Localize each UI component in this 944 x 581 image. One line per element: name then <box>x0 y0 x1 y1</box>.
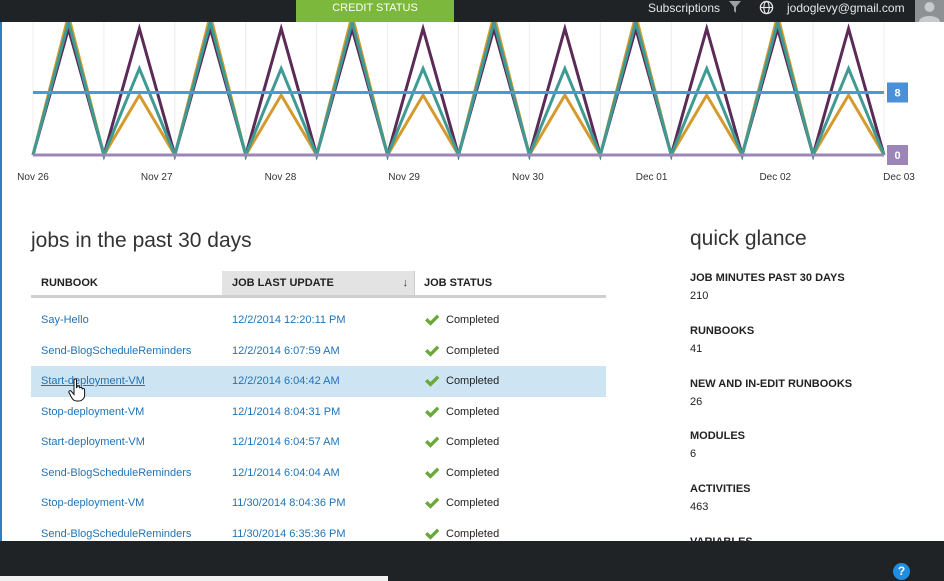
job-last-update: 12/1/2014 6:04:57 AM <box>232 436 340 448</box>
quick-glance-title: quick glance <box>690 227 807 250</box>
quick-glance-item: NEW AND IN-EDIT RUNBOOKS 26 <box>690 378 852 408</box>
chart-gridlines <box>32 22 885 158</box>
quick-glance-item: JOB MINUTES PAST 30 DAYS 210 <box>690 272 845 302</box>
sort-down-arrow-icon: ↓ <box>402 277 409 289</box>
quick-glance-label: JOB MINUTES PAST 30 DAYS <box>690 272 845 284</box>
chart-x-axis: Nov 26 Nov 27 Nov 28 Nov 29 Nov 30 Dec 01 Dec … <box>17 172 915 183</box>
job-last-update: 12/2/2014 6:07:59 AM <box>232 344 340 357</box>
quick-glance-value: 6 <box>690 448 697 461</box>
table-row[interactable]: Stop-deployment-VM 12/1/2014 8:04:31 PM Co… <box>31 397 606 428</box>
job-status: Completed <box>414 427 606 457</box>
job-status-label: Completed <box>446 527 500 540</box>
x-axis-tick-label: Nov 28 <box>265 172 297 183</box>
bottom-bar <box>0 541 944 581</box>
jobs-table-header: RUNBOOK JOB LAST UPDATE ↓ JOB STATUS <box>31 271 606 298</box>
quick-glance-value: 210 <box>690 290 709 302</box>
user-email[interactable]: jodoglevy@gmail.com <box>787 0 905 16</box>
x-axis-tick-label: Nov 27 <box>141 172 173 183</box>
runbook-link[interactable]: Send-BlogScheduleReminders <box>31 458 222 488</box>
column-header-label: JOB LAST UPDATE <box>232 277 334 289</box>
quick-glance-label: ACTIVITIES <box>690 483 751 496</box>
job-last-update: 12/1/2014 6:04:04 AM <box>232 466 340 479</box>
credit-status-button[interactable]: CREDIT STATUS <box>296 0 454 22</box>
chart-end-label: 0 <box>887 145 908 165</box>
quick-glance-item: MODULES 6 <box>690 430 745 460</box>
checkmark-icon <box>425 467 440 479</box>
jobs-section-title: jobs in the past 30 days <box>31 229 252 252</box>
job-last-update: 11/30/2014 8:04:36 PM <box>232 497 346 509</box>
x-axis-tick-label: Nov 26 <box>17 172 49 183</box>
checkmark-icon <box>425 528 440 540</box>
x-axis-tick-label: Dec 02 <box>759 172 791 183</box>
runbook-link[interactable]: Start-deployment-VM <box>31 427 222 457</box>
filter-icon[interactable] <box>728 0 742 14</box>
checkmark-icon <box>425 345 440 357</box>
top-bar: CREDIT STATUS Subscriptions jodoglevy@gm… <box>0 0 944 22</box>
runbook-link[interactable]: Say-Hello <box>31 305 222 335</box>
checkmark-icon <box>425 406 440 418</box>
runbook-link[interactable]: Send-BlogScheduleReminders <box>31 336 222 366</box>
quick-glance-value: 463 <box>690 501 709 514</box>
runbook-link[interactable]: Stop-deployment-VM <box>31 488 222 518</box>
job-activity-chart: 80 Nov 26 Nov 27 Nov 28 Nov 29 Nov 30 Dec 01 D… <box>17 22 915 183</box>
chart-end-labels: 80 <box>887 82 908 165</box>
x-axis-tick-label: Nov 29 <box>388 172 420 183</box>
column-header-job-last-update[interactable]: JOB LAST UPDATE ↓ <box>222 271 414 295</box>
job-status: Completed <box>414 336 606 366</box>
job-status-label: Completed <box>446 436 500 448</box>
quick-glance-label: MODULES <box>690 430 745 443</box>
table-row[interactable]: Send-BlogScheduleReminders 12/1/2014 6:04… <box>31 458 606 489</box>
job-last-update: 12/2/2014 6:04:42 AM <box>232 375 340 387</box>
chart-end-label-text: 8 <box>894 87 900 99</box>
subscriptions-link[interactable]: Subscriptions <box>648 0 720 16</box>
job-status-label: Completed <box>446 497 500 509</box>
job-status-label: Completed <box>446 375 500 387</box>
chart-end-label: 8 <box>887 82 908 103</box>
table-row[interactable]: Say-Hello 12/2/2014 12:20:11 PM Completed <box>31 305 606 336</box>
job-status-label: Completed <box>446 466 500 479</box>
globe-icon[interactable] <box>759 0 774 15</box>
table-row[interactable]: Send-BlogScheduleReminders 12/2/2014 6:07… <box>31 336 606 367</box>
x-axis-tick-label: Nov 30 <box>512 172 544 183</box>
job-last-update: 12/2/2014 12:20:11 PM <box>232 314 346 326</box>
job-status: Completed <box>414 397 606 427</box>
job-status-label: Completed <box>446 344 500 357</box>
quick-glance-value: 26 <box>690 395 703 408</box>
table-row[interactable]: Start-deployment-VM 12/1/2014 6:04:57 AM C… <box>31 427 606 458</box>
job-status-label: Completed <box>446 314 500 326</box>
table-row[interactable]: Stop-deployment-VM 11/30/2014 8:04:36 PM C… <box>31 488 606 519</box>
jobs-table-body: Say-Hello 12/2/2014 12:20:11 PM Completed S… <box>31 305 606 549</box>
quick-glance-item: RUNBOOKS 41 <box>690 325 754 355</box>
x-axis-tick-label: Dec 01 <box>636 172 668 183</box>
job-status-label: Completed <box>446 405 500 418</box>
job-status: Completed <box>414 458 606 488</box>
hand-cursor-icon <box>68 378 86 402</box>
quick-glance-value: 41 <box>690 342 703 355</box>
job-status: Completed <box>414 488 606 518</box>
checkmark-icon <box>425 375 440 387</box>
user-avatar-icon[interactable] <box>915 0 944 22</box>
column-header-runbook[interactable]: RUNBOOK <box>31 271 222 295</box>
job-status: Completed <box>414 366 606 396</box>
quick-glance-item: ACTIVITIES 463 <box>690 483 751 513</box>
table-row[interactable]: Start-deployment-VM 12/2/2014 6:04:42 AM C… <box>31 366 606 397</box>
bottom-tab-strip <box>0 576 388 581</box>
jobs-table: RUNBOOK JOB LAST UPDATE ↓ JOB STATUS Say… <box>31 271 606 549</box>
runbook-link[interactable]: Stop-deployment-VM <box>31 397 222 427</box>
quick-glance-label: RUNBOOKS <box>690 324 755 337</box>
checkmark-icon <box>425 497 440 509</box>
job-last-update: 12/1/2014 8:04:31 PM <box>232 405 341 418</box>
chart-end-label-text: 0 <box>894 150 900 162</box>
job-status: Completed <box>414 305 606 335</box>
help-icon[interactable]: ? <box>893 563 910 580</box>
x-axis-tick-label: Dec 03 <box>883 172 915 183</box>
checkmark-icon <box>425 314 440 326</box>
column-header-job-status[interactable]: JOB STATUS <box>414 271 606 295</box>
checkmark-icon <box>425 436 440 448</box>
runbook-link[interactable]: Start-deployment-VM <box>31 366 222 396</box>
quick-glance-label: NEW AND IN-EDIT RUNBOOKS <box>690 377 853 390</box>
